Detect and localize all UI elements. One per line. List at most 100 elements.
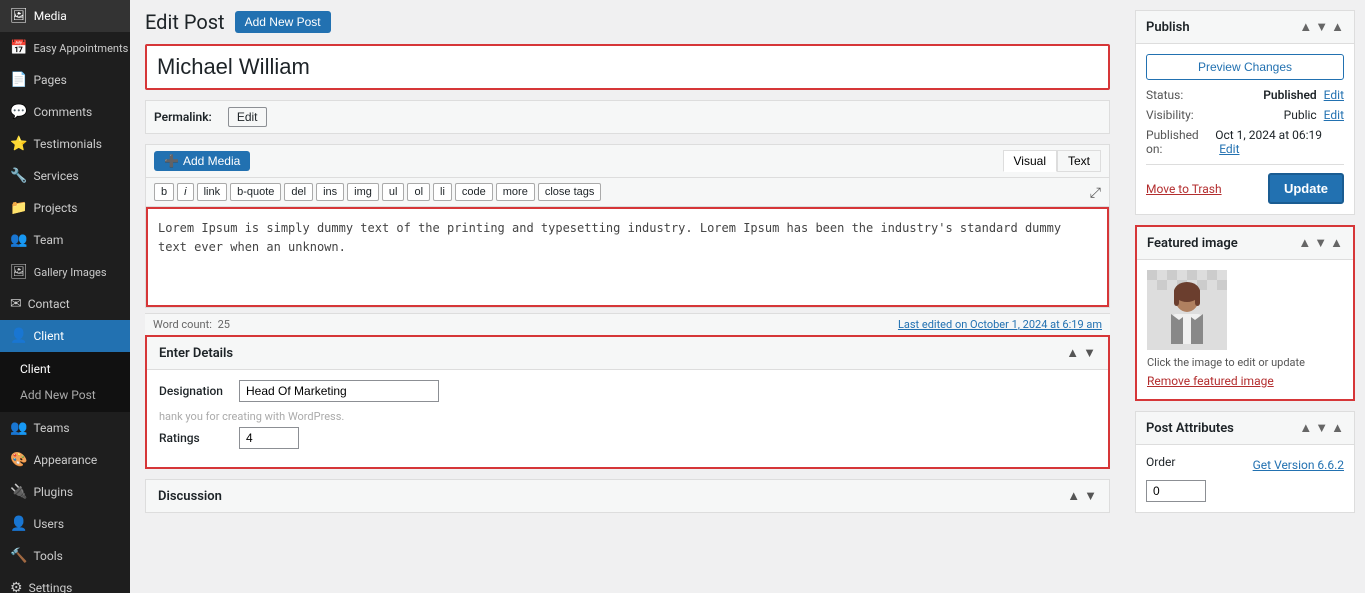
ins-button[interactable]: ins bbox=[316, 183, 344, 201]
publish-down-icon[interactable]: ▼ bbox=[1315, 19, 1328, 35]
ul-button[interactable]: ul bbox=[382, 183, 405, 201]
add-media-label: Add Media bbox=[183, 154, 240, 168]
editor-section: ➕ Add Media Visual Text b i link b-quote… bbox=[145, 144, 1110, 308]
collapse-down-icon[interactable]: ▼ bbox=[1083, 345, 1096, 361]
close-tags-button[interactable]: close tags bbox=[538, 183, 602, 201]
collapse-up-icon[interactable]: ▲ bbox=[1066, 345, 1079, 361]
permalink-edit-button[interactable]: Edit bbox=[228, 107, 267, 127]
sidebar-item-projects[interactable]: 📁 Projects bbox=[0, 192, 130, 224]
italic-button[interactable]: i bbox=[177, 183, 193, 201]
bold-button[interactable]: b bbox=[154, 183, 174, 201]
sidebar-item-services[interactable]: 🔧 Services bbox=[0, 160, 130, 192]
sidebar-item-easy-appointments[interactable]: 📅 Easy Appointments bbox=[0, 32, 130, 64]
sidebar-subitem-add-new-post[interactable]: Add New Post bbox=[0, 382, 130, 408]
word-count-value: 25 bbox=[218, 318, 230, 331]
sidebar-subitem-client[interactable]: Client bbox=[0, 356, 130, 382]
update-button[interactable]: Update bbox=[1268, 173, 1344, 204]
visibility-row: Visibility: Public Edit bbox=[1146, 108, 1344, 122]
remove-featured-link[interactable]: Remove featured image bbox=[1147, 374, 1274, 388]
enter-details-title: Enter Details bbox=[159, 346, 233, 361]
expand-button[interactable]: ⤢ bbox=[1090, 184, 1101, 201]
sidebar-item-contact[interactable]: ✉ Contact bbox=[0, 288, 130, 320]
li-button[interactable]: li bbox=[433, 183, 452, 201]
contact-icon: ✉ bbox=[10, 296, 22, 312]
sidebar-sub-client: Client Add New Post bbox=[0, 352, 130, 412]
publish-up-icon[interactable]: ▲ bbox=[1299, 19, 1312, 35]
sidebar-item-teams[interactable]: 👥 Teams bbox=[0, 412, 130, 444]
featured-image-preview[interactable] bbox=[1147, 270, 1227, 350]
visual-text-tabs: Visual Text bbox=[1003, 150, 1101, 172]
text-tab[interactable]: Text bbox=[1057, 150, 1101, 172]
code-button[interactable]: code bbox=[455, 183, 493, 201]
sidebar-item-client[interactable]: 👤 Client bbox=[0, 320, 130, 352]
plugins-icon: 🔌 bbox=[10, 484, 27, 500]
sidebar-item-gallery-images[interactable]: 🖼 Gallery Images bbox=[0, 256, 130, 288]
sidebar-item-users[interactable]: 👤 Users bbox=[0, 508, 130, 540]
status-value: Published bbox=[1263, 88, 1316, 102]
discussion-title: Discussion bbox=[158, 489, 222, 504]
featured-image-caption: Click the image to edit or update bbox=[1147, 356, 1343, 369]
featured-image-header: Featured image ▲ ▼ ▲ bbox=[1137, 227, 1353, 260]
discussion-controls[interactable]: ▲ ▼ bbox=[1067, 488, 1097, 504]
publish-header: Publish ▲ ▼ ▲ bbox=[1136, 11, 1354, 44]
post-title-input[interactable] bbox=[145, 44, 1110, 90]
appointments-icon: 📅 bbox=[10, 40, 27, 56]
post-attr-down-icon[interactable]: ▼ bbox=[1315, 420, 1328, 436]
featured-image-box: Featured image ▲ ▼ ▲ bbox=[1135, 225, 1355, 401]
enter-details-header: Enter Details ▲ ▼ bbox=[147, 337, 1108, 370]
sidebar-item-testimonials[interactable]: ⭐ Testimonials bbox=[0, 128, 130, 160]
sidebar-item-media[interactable]: 🖼 Media bbox=[0, 0, 130, 32]
sidebar-item-team[interactable]: 👥 Team bbox=[0, 224, 130, 256]
get-version-link[interactable]: Get Version 6.6.2 bbox=[1253, 458, 1344, 472]
last-edited[interactable]: Last edited on October 1, 2024 at 6:19 a… bbox=[898, 318, 1102, 331]
more-button[interactable]: more bbox=[496, 183, 535, 201]
featured-down-icon[interactable]: ▼ bbox=[1314, 235, 1327, 251]
ratings-input[interactable] bbox=[239, 427, 299, 449]
img-button[interactable]: img bbox=[347, 183, 379, 201]
preview-changes-button[interactable]: Preview Changes bbox=[1146, 54, 1344, 80]
link-button[interactable]: link bbox=[197, 183, 228, 201]
visibility-edit-link[interactable]: Edit bbox=[1324, 108, 1344, 122]
add-new-post-button[interactable]: Add New Post bbox=[235, 11, 331, 33]
enter-details-controls[interactable]: ▲ ▼ bbox=[1066, 345, 1096, 361]
sidebar-item-plugins[interactable]: 🔌 Plugins bbox=[0, 476, 130, 508]
page-title-row: Edit Post Add New Post bbox=[145, 10, 1110, 34]
sidebar-item-tools[interactable]: 🔨 Tools bbox=[0, 540, 130, 572]
post-attr-expand-icon[interactable]: ▲ bbox=[1331, 420, 1344, 436]
post-attributes-title: Post Attributes bbox=[1146, 421, 1234, 436]
publish-expand-icon[interactable]: ▲ bbox=[1331, 19, 1344, 35]
featured-expand-icon[interactable]: ▲ bbox=[1330, 235, 1343, 251]
media-icon: 🖼 bbox=[10, 8, 28, 24]
sidebar-item-appearance[interactable]: 🎨 Appearance bbox=[0, 444, 130, 476]
add-media-icon: ➕ bbox=[164, 154, 179, 168]
status-value-group: Published Edit bbox=[1263, 88, 1344, 102]
publish-actions: Move to Trash Update bbox=[1146, 164, 1344, 204]
wp-credit: hank you for creating with WordPress. bbox=[159, 410, 1096, 423]
discussion-down-icon[interactable]: ▼ bbox=[1084, 488, 1097, 504]
move-trash-link[interactable]: Move to Trash bbox=[1146, 182, 1222, 196]
order-input[interactable] bbox=[1146, 480, 1206, 502]
sidebar-item-settings[interactable]: ⚙ Settings bbox=[0, 572, 130, 593]
designation-input[interactable] bbox=[239, 380, 439, 402]
enter-details-body: Designation hank you for creating with W… bbox=[147, 370, 1108, 467]
sidebar-subitem-label: Add New Post bbox=[20, 388, 96, 402]
ol-button[interactable]: ol bbox=[407, 183, 430, 201]
sidebar-item-comments[interactable]: 💬 Comments bbox=[0, 96, 130, 128]
sidebar-item-label: Tools bbox=[33, 549, 62, 563]
editor-top-bar: ➕ Add Media Visual Text bbox=[146, 145, 1109, 178]
status-edit-link[interactable]: Edit bbox=[1324, 88, 1344, 102]
post-attributes-body: Order Get Version 6.6.2 bbox=[1136, 445, 1354, 512]
word-count-text: Word count: 25 bbox=[153, 318, 230, 331]
editor-content[interactable]: Lorem Ipsum is simply dummy text of the … bbox=[146, 207, 1109, 307]
bquote-button[interactable]: b-quote bbox=[230, 183, 281, 201]
featured-up-icon[interactable]: ▲ bbox=[1298, 235, 1311, 251]
del-button[interactable]: del bbox=[284, 183, 313, 201]
sidebar-item-pages[interactable]: 📄 Pages bbox=[0, 64, 130, 96]
add-media-button[interactable]: ➕ Add Media bbox=[154, 151, 250, 171]
designation-row: Designation bbox=[159, 380, 1096, 402]
published-edit-link[interactable]: Edit bbox=[1219, 142, 1239, 156]
discussion-up-icon[interactable]: ▲ bbox=[1067, 488, 1080, 504]
post-attr-up-icon[interactable]: ▲ bbox=[1299, 420, 1312, 436]
team-icon: 👥 bbox=[10, 232, 27, 248]
visual-tab[interactable]: Visual bbox=[1003, 150, 1057, 172]
